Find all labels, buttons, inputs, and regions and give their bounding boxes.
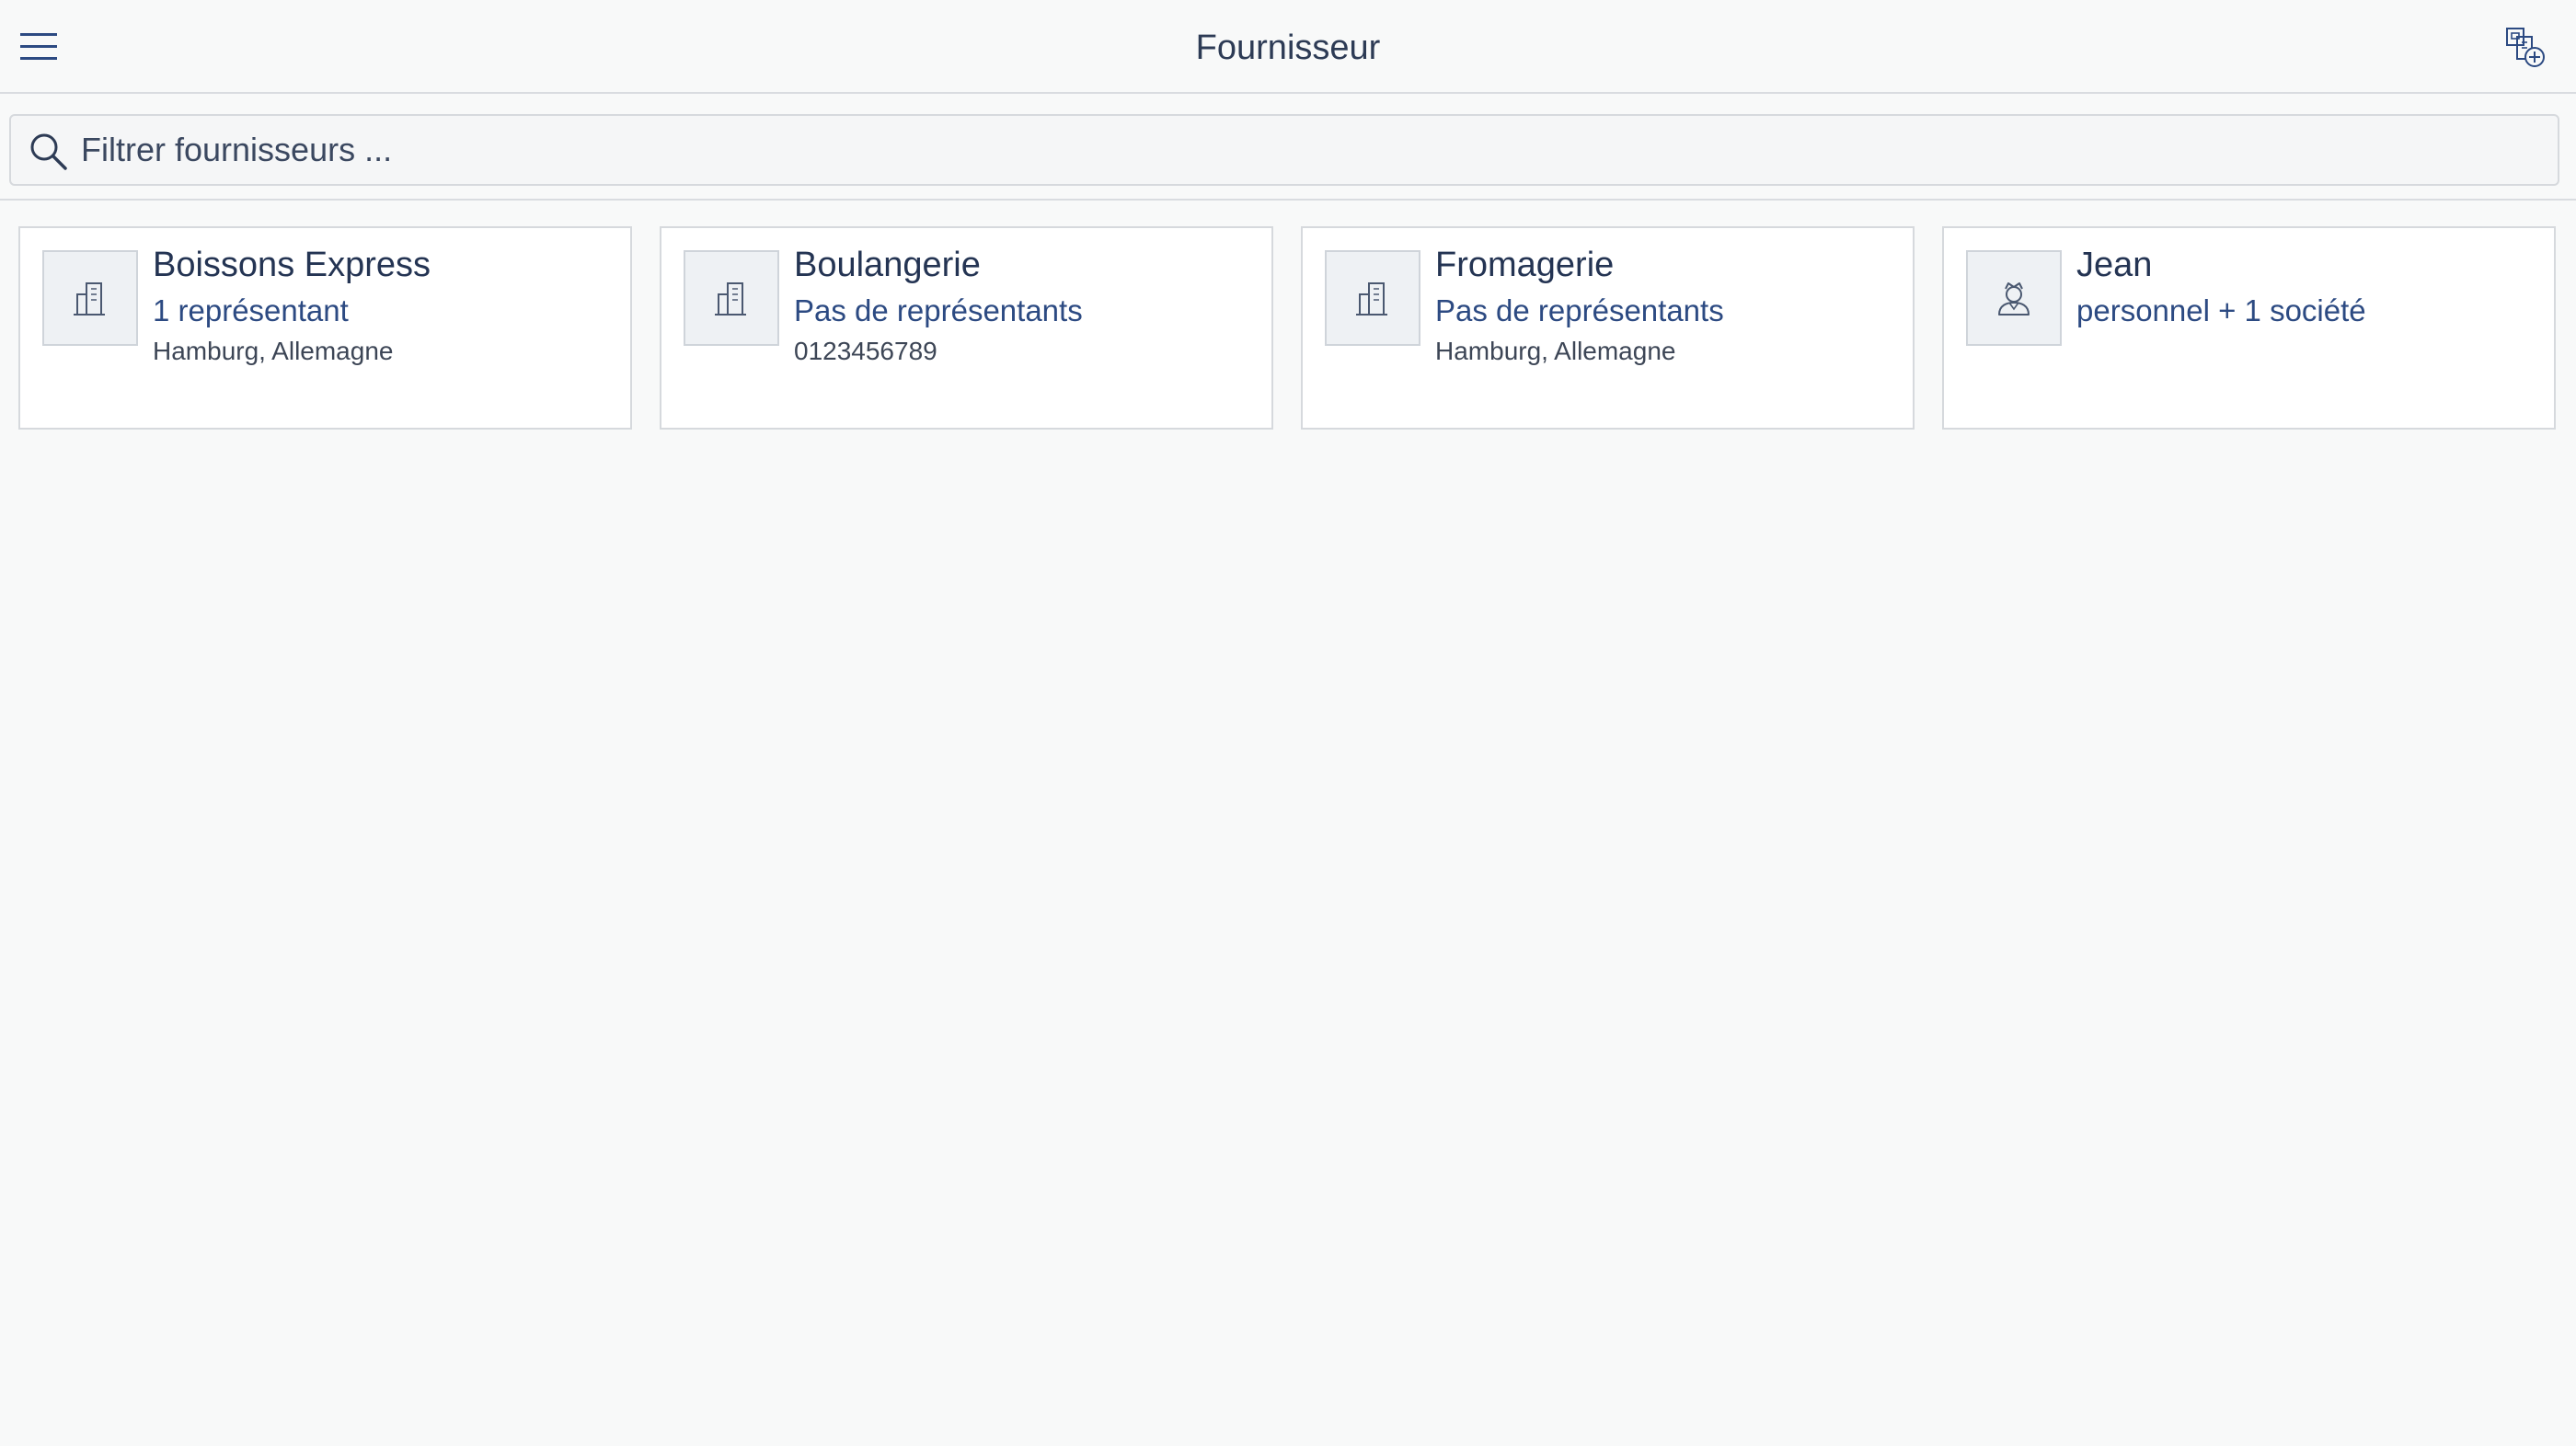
- supplier-representatives: 1 représentant: [153, 293, 349, 327]
- search-input[interactable]: [81, 123, 2528, 177]
- supplier-name: Jean: [2076, 246, 2153, 284]
- supplier-avatar: [684, 250, 779, 346]
- supplier-list: Boissons Express 1 représentant Hamburg,…: [18, 226, 2558, 430]
- building-icon: [715, 282, 746, 316]
- building-icon: [1356, 282, 1387, 316]
- supplier-representatives: Pas de représentants: [794, 293, 1083, 327]
- top-app-bar: Fournisseur: [0, 0, 2576, 94]
- supplier-card[interactable]: Jean personnel + 1 société: [1942, 226, 2556, 430]
- page-title: Fournisseur: [1195, 29, 1381, 67]
- supplier-representatives: Pas de représentants: [1435, 293, 1724, 327]
- supplier-avatar: [1966, 250, 2062, 346]
- supplier-detail: Hamburg, Allemagne: [153, 337, 394, 365]
- search-box[interactable]: [9, 114, 2559, 186]
- supplier-detail: Hamburg, Allemagne: [1435, 337, 1676, 365]
- supplier-detail: 0123456789: [794, 337, 937, 365]
- building-icon: [74, 282, 105, 316]
- add-supplier-button[interactable]: [2504, 26, 2548, 70]
- add-supplier-icon: [2506, 28, 2545, 67]
- supplier-name: Fromagerie: [1435, 246, 1615, 284]
- search-icon: [30, 133, 67, 170]
- search-bar: [0, 96, 2576, 201]
- person-icon: [1998, 282, 2030, 316]
- supplier-card[interactable]: Boulangerie Pas de représentants 0123456…: [660, 226, 1273, 430]
- supplier-representatives: personnel + 1 société: [2076, 293, 2366, 327]
- supplier-card[interactable]: Boissons Express 1 représentant Hamburg,…: [18, 226, 632, 430]
- supplier-card[interactable]: Fromagerie Pas de représentants Hamburg,…: [1301, 226, 1915, 430]
- supplier-avatar: [1325, 250, 1420, 346]
- supplier-name: Boissons Express: [153, 246, 431, 284]
- supplier-name: Boulangerie: [794, 246, 981, 284]
- supplier-avatar: [42, 250, 138, 346]
